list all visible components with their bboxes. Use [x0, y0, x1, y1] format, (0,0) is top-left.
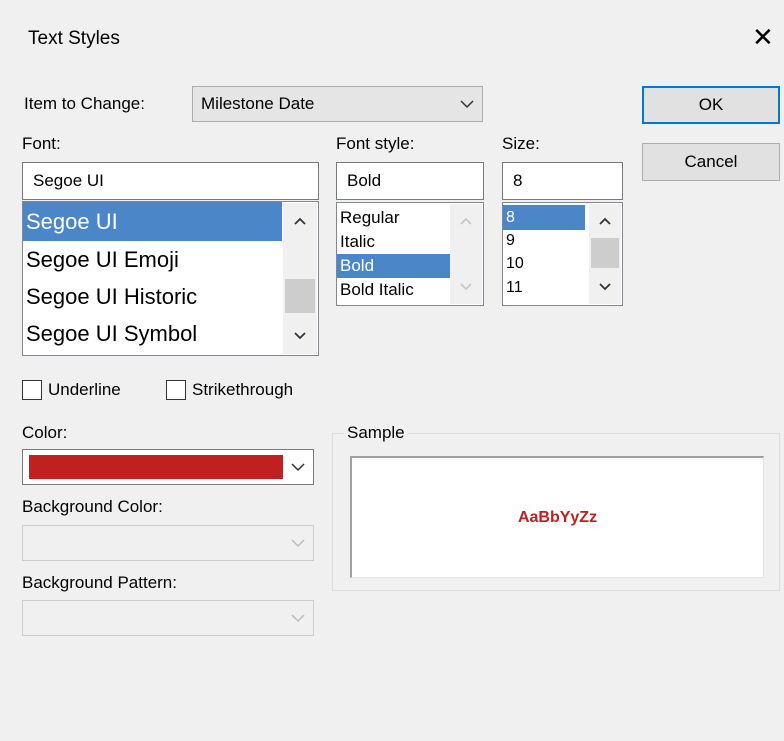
chevron-down-icon: [283, 462, 313, 472]
background-color-dropdown: [22, 525, 314, 561]
scroll-down-arrow-icon[interactable]: [283, 318, 317, 354]
font-style-listbox[interactable]: Regular Italic Bold Bold Italic: [336, 202, 484, 306]
font-style-scrollbar: [450, 204, 482, 304]
chevron-down-icon: [283, 613, 313, 623]
item-to-change-dropdown[interactable]: Milestone Date: [192, 86, 483, 122]
chevron-down-icon: [283, 538, 313, 548]
sample-preview: AaBbYyZz: [350, 456, 764, 578]
ok-button[interactable]: OK: [642, 86, 780, 124]
font-label: Font:: [22, 134, 61, 153]
chevron-down-icon: [452, 99, 482, 109]
size-scrollbar[interactable]: [589, 204, 621, 304]
item-to-change-label: Item to Change:: [24, 94, 145, 113]
background-color-label: Background Color:: [22, 497, 163, 516]
underline-label[interactable]: Underline: [48, 380, 121, 400]
item-to-change-value: Milestone Date: [201, 94, 315, 113]
strikethrough-label[interactable]: Strikethrough: [192, 380, 293, 400]
dialog-title: Text Styles: [28, 28, 120, 49]
strikethrough-checkbox[interactable]: [166, 380, 186, 400]
sample-label: Sample: [344, 423, 408, 443]
scroll-down-arrow-icon[interactable]: [589, 272, 621, 302]
cancel-button[interactable]: Cancel: [642, 143, 780, 181]
font-list-item[interactable]: Segoe UI Historic: [23, 278, 318, 315]
background-pattern-dropdown: [22, 600, 314, 636]
font-style-list-item[interactable]: Bold: [337, 254, 450, 278]
font-list-item[interactable]: Segoe UI Symbol: [23, 315, 318, 352]
close-icon[interactable]: ✕: [752, 24, 774, 50]
background-pattern-label: Background Pattern:: [22, 573, 177, 592]
font-scrollbar[interactable]: [283, 203, 317, 354]
font-list-item[interactable]: Segoe UI: [23, 202, 282, 241]
font-style-label: Font style:: [336, 134, 415, 153]
color-swatch: [29, 455, 283, 479]
underline-checkbox[interactable]: [22, 380, 42, 400]
sample-text: AaBbYyZz: [517, 508, 598, 526]
size-label: Size:: [502, 134, 540, 153]
font-list-item[interactable]: Segoe UI Emoji: [23, 241, 318, 278]
size-scrollbar-thumb[interactable]: [591, 238, 619, 268]
font-input[interactable]: Segoe UI: [22, 162, 319, 200]
scroll-up-arrow-icon[interactable]: [283, 203, 317, 239]
size-listbox[interactable]: 8 9 10 11: [502, 202, 623, 306]
size-input[interactable]: 8: [502, 162, 623, 200]
scroll-up-arrow-icon: [450, 206, 482, 236]
color-dropdown[interactable]: [22, 449, 314, 485]
size-list-item[interactable]: 8: [503, 205, 585, 230]
font-style-input[interactable]: Bold: [336, 162, 484, 200]
font-scrollbar-thumb[interactable]: [285, 279, 315, 313]
font-listbox[interactable]: Segoe UI Segoe UI Emoji Segoe UI Histori…: [22, 201, 319, 356]
color-label: Color:: [22, 423, 68, 442]
scroll-up-arrow-icon[interactable]: [589, 206, 621, 236]
scroll-down-arrow-icon: [450, 272, 482, 302]
